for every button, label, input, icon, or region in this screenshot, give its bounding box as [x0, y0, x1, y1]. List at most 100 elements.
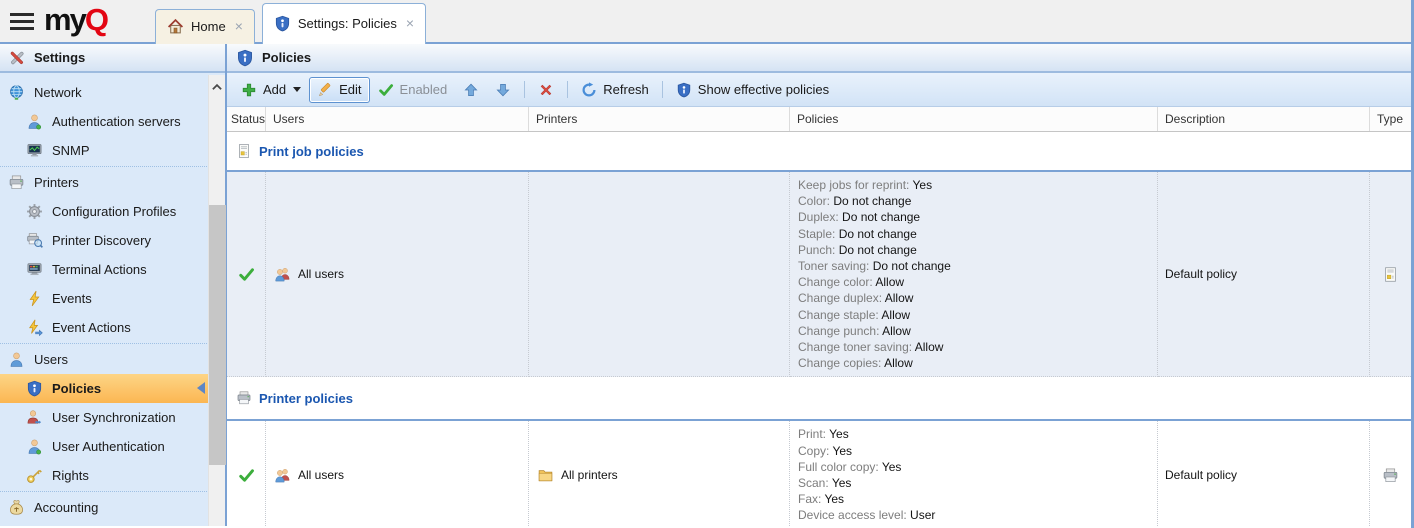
refresh-button[interactable]: Refresh	[573, 77, 657, 103]
column-header-policies[interactable]: Policies	[790, 107, 1158, 131]
description-label: Default policy	[1165, 267, 1237, 281]
policy-line: Toner saving: Do not change	[798, 258, 1149, 274]
sidebar-item-authentication-servers[interactable]: Authentication servers	[0, 107, 225, 136]
sidebar-item-events[interactable]: Events	[0, 284, 225, 313]
column-header-description[interactable]: Description	[1158, 107, 1370, 131]
key-icon	[26, 467, 43, 484]
section-title: Printer policies	[259, 391, 353, 406]
moneybag-icon	[8, 499, 25, 516]
policy-value: Yes	[882, 460, 902, 474]
chevron-up-icon	[211, 83, 223, 91]
type-cell	[1370, 172, 1411, 377]
policy-value: Yes	[824, 492, 844, 506]
user-icon	[8, 351, 25, 368]
sidebar-item-snmp[interactable]: SNMP	[0, 136, 225, 165]
users-label: All users	[298, 267, 344, 281]
description-cell: Default policy	[1158, 421, 1370, 526]
move-up-button[interactable]	[455, 77, 487, 103]
add-button-label: Add	[263, 82, 286, 97]
printer-icon	[8, 174, 25, 191]
sidebar-divider	[0, 343, 225, 344]
printjob-icon	[1382, 266, 1399, 283]
policy-value: Yes	[829, 427, 849, 441]
policy-line: Keep jobs for reprint: Yes	[798, 177, 1149, 193]
sidebar-item-network[interactable]: Network	[0, 78, 225, 107]
chevron-down-icon	[293, 87, 301, 92]
policy-line: Punch: Do not change	[798, 242, 1149, 258]
edit-button-label: Edit	[339, 82, 361, 97]
policy-label: Keep jobs for reprint:	[798, 178, 913, 192]
sidebar-item-event-actions[interactable]: Event Actions	[0, 313, 225, 342]
policy-label: Staple:	[798, 227, 839, 241]
policy-label: Punch:	[798, 243, 839, 257]
policy-line: Full color copy: Yes	[798, 459, 1149, 475]
scroll-up-button[interactable]	[209, 75, 225, 99]
sidebar-item-label: Printers	[34, 175, 79, 190]
monitor-icon	[26, 142, 43, 159]
tab-home[interactable]: Home×	[155, 9, 255, 44]
sidebar-scrollbar[interactable]	[208, 75, 225, 526]
terminal-icon	[26, 261, 43, 278]
section-header-print-job-policies: Print job policies	[227, 132, 1411, 172]
sidebar-item-user-authentication[interactable]: User Authentication	[0, 432, 225, 461]
gear-icon	[26, 203, 43, 220]
sidebar-item-terminal-actions[interactable]: Terminal Actions	[0, 255, 225, 284]
close-icon[interactable]: ×	[235, 18, 243, 34]
sidebar-item-rights[interactable]: Rights	[0, 461, 225, 490]
sidebar-item-accounting[interactable]: Accounting	[0, 493, 225, 522]
tab-label: Settings: Policies	[298, 16, 397, 31]
sidebar-item-label: User Synchronization	[52, 410, 176, 425]
column-header-status[interactable]: Status	[227, 107, 266, 131]
printjob-icon	[236, 143, 252, 159]
policy-value: Do not change	[833, 194, 911, 208]
policy-row[interactable]: All usersAll printersPrint: YesCopy: Yes…	[227, 421, 1411, 526]
policy-line: Device access level: User	[798, 507, 1149, 523]
enabled-button-label: Enabled	[400, 82, 448, 97]
shield-icon	[236, 49, 254, 67]
policy-value: Do not change	[839, 243, 917, 257]
sidebar-item-users[interactable]: Users	[0, 345, 225, 374]
policy-label: Print:	[798, 427, 829, 441]
sidebar-item-printers[interactable]: Printers	[0, 168, 225, 197]
printers-label: All printers	[561, 468, 618, 482]
policy-row[interactable]: All users Keep jobs for reprint: YesColor…	[227, 172, 1411, 377]
group-icon	[274, 467, 291, 484]
add-button[interactable]: Add	[233, 77, 309, 103]
column-header-printers[interactable]: Printers	[529, 107, 790, 131]
column-header-type[interactable]: Type	[1370, 107, 1411, 131]
policy-line: Change punch: Allow	[798, 323, 1149, 339]
selected-arrow-icon	[197, 382, 205, 394]
sidebar-item-label: Events	[52, 291, 92, 306]
enabled-button[interactable]: Enabled	[370, 77, 456, 103]
close-icon[interactable]: ×	[406, 15, 414, 31]
arrow-down-icon	[495, 82, 511, 98]
policy-value: Allow	[915, 340, 944, 354]
policy-value: Allow	[884, 356, 913, 370]
sidebar-item-configuration-profiles[interactable]: Configuration Profiles	[0, 197, 225, 226]
scrollbar-thumb[interactable]	[209, 205, 226, 465]
group-icon	[274, 266, 291, 283]
policy-value: Do not change	[839, 227, 917, 241]
edit-button[interactable]: Edit	[309, 77, 369, 103]
tab-settings-policies[interactable]: Settings: Policies ×	[262, 3, 426, 44]
column-header-users[interactable]: Users	[266, 107, 529, 131]
sidebar-item-printer-discovery[interactable]: Printer Discovery	[0, 226, 225, 255]
home-icon	[167, 18, 184, 35]
tab-bar: Home× Settings: Policies ×	[155, 3, 426, 44]
policy-label: Toner saving:	[798, 259, 873, 273]
policy-line: Change toner saving: Allow	[798, 339, 1149, 355]
sidebar-item-policies[interactable]: Policies	[0, 374, 225, 403]
delete-button[interactable]	[530, 77, 562, 103]
policy-label: Color:	[798, 194, 833, 208]
policy-line: Change staple: Allow	[798, 307, 1149, 323]
move-down-button[interactable]	[487, 77, 519, 103]
table-body: Print job policies All users Keep jobs for…	[227, 132, 1411, 526]
sidebar-item-label: Authentication servers	[52, 114, 181, 129]
shield-icon	[274, 15, 291, 32]
sidebar-item-label: Users	[34, 352, 68, 367]
plus-icon	[241, 82, 257, 98]
show-effective-policies-button[interactable]: Show effective policies	[668, 77, 837, 103]
sidebar-item-user-synchronization[interactable]: User Synchronization	[0, 403, 225, 432]
menu-icon[interactable]	[10, 13, 34, 34]
policy-label: Copy:	[798, 444, 832, 458]
